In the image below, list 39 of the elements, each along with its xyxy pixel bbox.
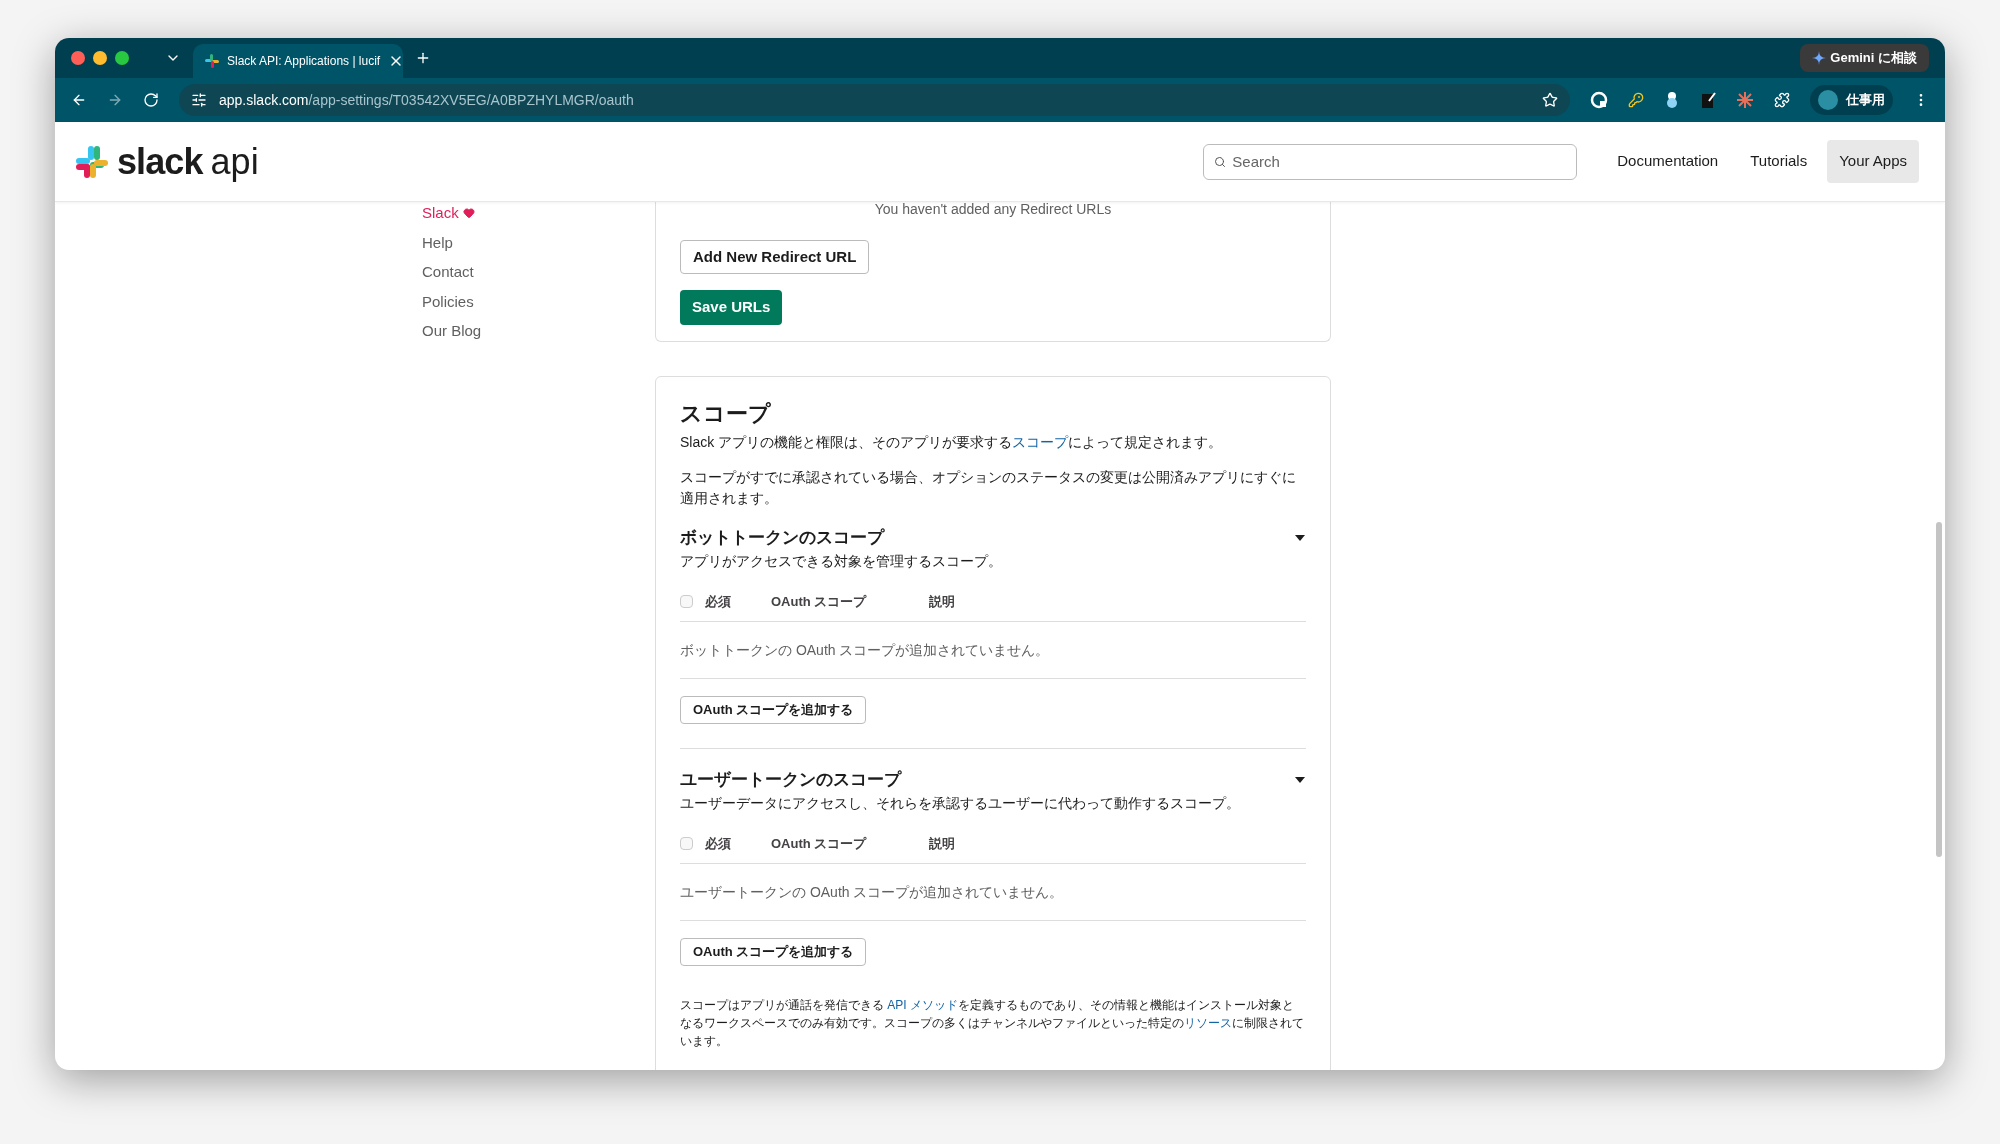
scopes-intro: Slack アプリの機能と権限は、そのアプリが要求する スコープによって規定されます。 [680,433,1224,452]
column-header: OAuth スコープ [771,834,868,853]
empty-redirect-text: You haven't added any Redirect URLs [873,202,1113,216]
resources-link[interactable]: リソース [1184,1016,1232,1030]
gemini-button[interactable]: Gemini に相談 [1800,44,1929,72]
nav-link[interactable]: Your Apps [1827,140,1919,183]
slack-api-logo[interactable]: slack api [75,134,259,189]
sidebar-link[interactable]: Slack [422,202,655,225]
add-oauth-scope-button[interactable]: OAuth スコープを追加する [680,938,867,966]
profile-button[interactable]: 仕事用 [1810,85,1893,115]
add-oauth-scope-button[interactable]: OAuth スコープを追加する [680,696,867,724]
url-text: app.slack.com/app-settings/T03542XV5EG/A0BPZHYLMGR/oauth [219,90,635,110]
nav-link[interactable]: Documentation [1605,140,1731,183]
sidebar-link[interactable]: Help [422,231,655,254]
column-header: 説明 [929,592,955,611]
column-header: 必須 [705,592,732,611]
sidebar-link[interactable]: Our Blog [422,320,655,343]
nav-link[interactable]: Tutorials [1738,140,1820,183]
scopes-footer: スコープはアプリが通話を発信できる API メソッドを定義するものであり、その情報と機能はインストール対象となるワークスペースでのみ有効です。スコープの多くはチャンネルやファイルといった特定のリソースに制限されています。 [680,996,1306,1050]
address-bar[interactable]: app.slack.com/app-settings/T03542XV5EG/A0BPZHYLMGR/oauth [179,84,1570,116]
section-subtitle: ユーザーデータにアクセスし、それらを承認するユーザーに代わって動作するスコープ。 [680,793,1241,813]
scopes-link[interactable]: スコープ [1012,434,1069,450]
api-methods-link[interactable]: API メソッド [887,998,959,1012]
save-urls-button[interactable]: Save URLs [680,290,783,325]
scopes-note: スコープがすでに承認されている場合、オプションのステータスの変更は公開済みアプリにすぐに適用されます。 [680,468,1297,508]
empty-scopes-text: ボットトークンの OAuth スコープが追加されていません。 [680,642,1050,658]
search-field[interactable]: Search [1203,143,1578,180]
section-title: ボットトークンのスコープ [680,527,884,549]
add-redirect-url-button[interactable]: Add New Redirect URL [680,240,870,274]
empty-scopes-text: ユーザートークンの OAuth スコープが追加されていません。 [680,884,1064,900]
sidebar-link[interactable]: Contact [422,261,655,284]
sidebar-link[interactable]: Policies [422,290,655,313]
column-header: 必須 [705,834,732,853]
section-title: ユーザートークンのスコープ [680,769,901,791]
column-header: 説明 [929,834,955,853]
column-header: OAuth スコープ [771,592,868,611]
scopes-title: スコープ [680,400,772,428]
section-subtitle: アプリがアクセスできる対象を管理するスコープ。 [680,551,1003,571]
browser-tab[interactable]: Slack API: Applications | lucif [193,44,403,78]
